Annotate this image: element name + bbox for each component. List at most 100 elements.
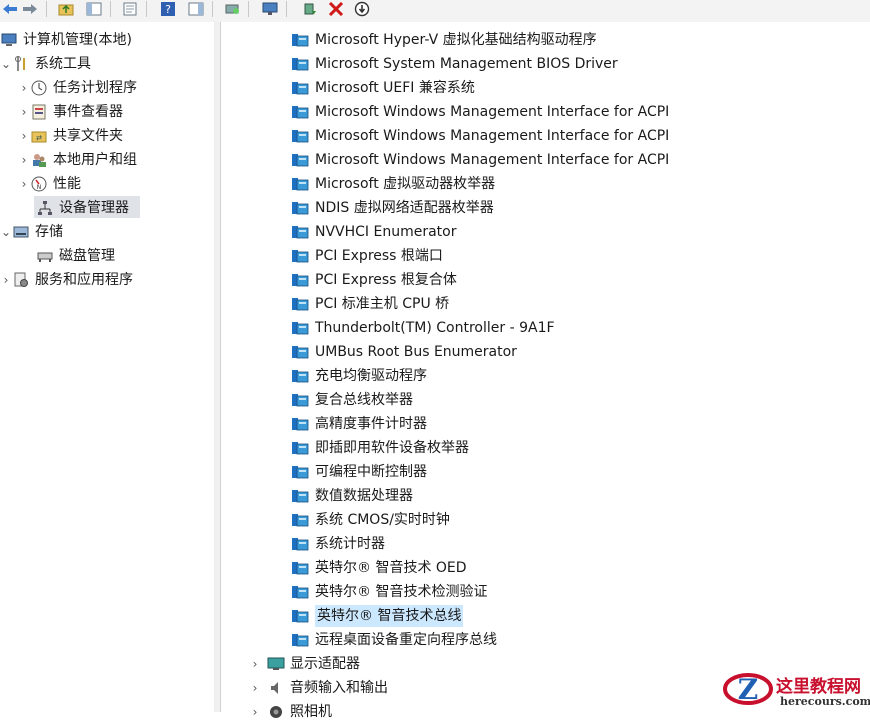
tree-item-label: 系统工具 xyxy=(35,56,91,72)
tree-item-disk-management[interactable]: 磁盘管理 xyxy=(36,245,115,267)
device-item[interactable]: 高精度事件计时器 xyxy=(291,413,427,435)
system-device-icon xyxy=(291,80,309,96)
system-device-icon xyxy=(291,176,309,192)
system-device-icon xyxy=(291,320,309,336)
device-item[interactable]: NVVHCI Enumerator xyxy=(291,221,457,243)
device-item[interactable]: Microsoft Windows Management Interface f… xyxy=(291,101,669,123)
chevron-right-icon[interactable]: › xyxy=(18,149,30,171)
up-folder-icon[interactable] xyxy=(56,0,76,18)
tree-item-label: 计算机管理(本地) xyxy=(23,32,132,48)
device-item[interactable]: Microsoft UEFI 兼容系统 xyxy=(291,77,475,99)
scan-hardware-icon[interactable] xyxy=(222,0,242,18)
chevron-down-icon[interactable]: ⌄ xyxy=(0,221,12,243)
tree-item-root[interactable]: 计算机管理(本地) xyxy=(0,29,132,51)
device-label: 复合总线枚举器 xyxy=(315,392,413,408)
device-item[interactable]: PCI Express 根端口 xyxy=(291,245,443,267)
device-item[interactable]: 即插即用软件设备枚举器 xyxy=(291,437,469,459)
tree-item-label: 设备管理器 xyxy=(59,200,129,216)
device-item[interactable]: Microsoft System Management BIOS Driver xyxy=(291,53,618,75)
device-list-pane: Microsoft Hyper-V 虚拟化基础结构驱动程序 Microsoft S… xyxy=(221,22,870,720)
display-icon[interactable] xyxy=(260,0,280,18)
category-camera[interactable]: › 照相机 xyxy=(249,701,332,723)
show-hide-action-pane-icon[interactable] xyxy=(186,0,206,18)
device-item[interactable]: 系统计时器 xyxy=(291,533,385,555)
device-item[interactable]: Thunderbolt(TM) Controller - 9A1F xyxy=(291,317,555,339)
help-icon[interactable]: ? xyxy=(158,0,178,18)
device-item[interactable]: 英特尔® 智音技术 OED xyxy=(291,557,467,579)
category-audio-io[interactable]: › 音频输入和输出 xyxy=(249,677,388,699)
system-device-icon xyxy=(291,536,309,552)
device-label: 远程桌面设备重定向程序总线 xyxy=(315,632,497,648)
device-item[interactable]: NDIS 虚拟网络适配器枚举器 xyxy=(291,197,494,219)
toolbar-separator xyxy=(286,1,287,17)
tree-item-system-tools[interactable]: ⌄ 系统工具 xyxy=(0,53,91,75)
tree-item-task-scheduler[interactable]: › 任务计划程序 xyxy=(18,77,137,99)
disk-icon xyxy=(36,247,54,265)
event-viewer-icon xyxy=(30,103,48,121)
device-label: Microsoft 虚拟驱动器枚举器 xyxy=(315,176,496,192)
device-manager-icon xyxy=(36,199,54,217)
device-item[interactable]: 系统 CMOS/实时时钟 xyxy=(291,509,450,531)
tree-item-services-apps[interactable]: › 服务和应用程序 xyxy=(0,269,133,291)
device-label: 系统 CMOS/实时时钟 xyxy=(315,512,450,528)
device-item[interactable]: PCI Express 根复合体 xyxy=(291,269,457,291)
chevron-right-icon[interactable]: › xyxy=(18,125,30,147)
pane-splitter[interactable] xyxy=(214,22,221,712)
device-item[interactable]: 复合总线枚举器 xyxy=(291,389,413,411)
camera-icon xyxy=(267,703,285,721)
system-device-icon xyxy=(291,128,309,144)
device-item[interactable]: PCI 标准主机 CPU 桥 xyxy=(291,293,449,315)
system-device-icon xyxy=(291,560,309,576)
system-device-icon xyxy=(291,152,309,168)
update-driver-icon[interactable] xyxy=(300,0,320,18)
tree-item-label: 任务计划程序 xyxy=(53,80,137,96)
chevron-right-icon[interactable]: › xyxy=(249,677,261,699)
device-item[interactable]: Microsoft Windows Management Interface f… xyxy=(291,125,669,147)
system-device-icon xyxy=(291,392,309,408)
device-label: Thunderbolt(TM) Controller - 9A1F xyxy=(315,320,555,336)
tree-item-storage[interactable]: ⌄ 存储 xyxy=(0,221,63,243)
chevron-right-icon[interactable]: › xyxy=(18,101,30,123)
system-device-icon xyxy=(291,272,309,288)
tree-item-event-viewer[interactable]: › 事件查看器 xyxy=(18,101,123,123)
tree-item-local-users[interactable]: › 本地用户和组 xyxy=(18,149,137,171)
disable-device-icon[interactable] xyxy=(352,0,372,18)
device-item[interactable]: 英特尔® 智音技术检测验证 xyxy=(291,581,487,603)
chevron-right-icon[interactable]: › xyxy=(0,269,12,291)
device-label: 英特尔® 智音技术 OED xyxy=(315,560,467,576)
device-item[interactable]: 英特尔® 智音技术总线 xyxy=(291,605,464,627)
tree-item-label: 服务和应用程序 xyxy=(35,272,133,288)
device-label: 可编程中断控制器 xyxy=(315,464,427,480)
properties-icon[interactable] xyxy=(120,0,140,18)
tree-item-label: 事件查看器 xyxy=(53,104,123,120)
device-item[interactable]: Microsoft 虚拟驱动器枚举器 xyxy=(291,173,495,195)
toolbar-separator xyxy=(248,1,249,17)
back-arrow-icon[interactable] xyxy=(0,0,20,18)
chevron-down-icon[interactable]: ⌄ xyxy=(0,53,12,75)
device-item[interactable]: 数值数据处理器 xyxy=(291,485,413,507)
device-item[interactable]: Microsoft Hyper-V 虚拟化基础结构驱动程序 xyxy=(291,29,597,51)
device-label: Microsoft UEFI 兼容系统 xyxy=(315,80,475,96)
forward-arrow-icon[interactable] xyxy=(20,0,40,18)
show-hide-tree-icon[interactable] xyxy=(84,0,104,18)
uninstall-icon[interactable] xyxy=(326,0,346,18)
device-item[interactable]: UMBus Root Bus Enumerator xyxy=(291,341,517,363)
device-item[interactable]: 可编程中断控制器 xyxy=(291,461,427,483)
device-item[interactable]: 充电均衡驱动程序 xyxy=(291,365,427,387)
chevron-right-icon[interactable]: › xyxy=(249,653,261,675)
chevron-right-icon[interactable]: › xyxy=(18,77,30,99)
watermark-logo-icon: Z xyxy=(723,673,773,706)
category-display-adapters[interactable]: › 显示适配器 xyxy=(249,653,360,675)
speaker-icon xyxy=(267,679,285,697)
tree-item-performance[interactable]: › N 性能 xyxy=(18,173,81,195)
system-device-icon xyxy=(291,416,309,432)
chevron-right-icon[interactable]: › xyxy=(249,701,261,723)
device-item[interactable]: 远程桌面设备重定向程序总线 xyxy=(291,629,497,651)
device-item[interactable]: Microsoft Windows Management Interface f… xyxy=(291,149,669,171)
system-device-icon xyxy=(291,104,309,120)
tree-item-device-manager[interactable]: 设备管理器 xyxy=(36,197,129,219)
device-label: 充电均衡驱动程序 xyxy=(315,368,427,384)
chevron-right-icon[interactable]: › xyxy=(18,173,30,195)
device-label: 英特尔® 智音技术总线 xyxy=(315,605,464,627)
tree-item-shared-folders[interactable]: › ⇄ 共享文件夹 xyxy=(18,125,123,147)
